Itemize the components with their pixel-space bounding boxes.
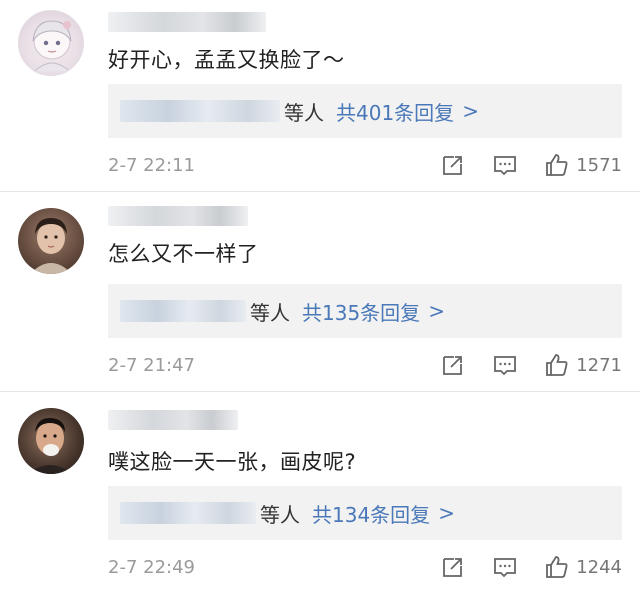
comment-timestamp: 2-7 22:11	[108, 154, 195, 176]
thumbs-up-icon[interactable]	[544, 352, 570, 378]
comment-timestamp: 2-7 21:47	[108, 354, 195, 376]
reply-summary[interactable]: 等人 共401条回复 >	[108, 84, 622, 138]
chevron-right-icon: >	[462, 99, 479, 123]
like-count: 1244	[576, 556, 622, 578]
comment-icon[interactable]	[492, 352, 518, 378]
comment-actions: 1271	[440, 352, 622, 378]
username-redacted[interactable]	[108, 12, 266, 32]
reply-users-redacted	[120, 100, 280, 122]
comment-footer: 2-7 22:49 1244	[108, 554, 622, 580]
username-redacted[interactable]	[108, 206, 248, 226]
comment-text: 噗这脸一天一张，画皮呢?	[108, 450, 357, 474]
thumbs-up-icon[interactable]	[544, 152, 570, 178]
username-redacted[interactable]	[108, 410, 238, 430]
like-count: 1571	[576, 154, 622, 176]
user-avatar[interactable]	[18, 408, 84, 474]
comment-icon[interactable]	[492, 554, 518, 580]
reply-summary[interactable]: 等人 共134条回复 >	[108, 486, 622, 540]
comment-footer: 2-7 22:11 1571	[108, 152, 622, 178]
thumbs-up-icon[interactable]	[544, 554, 570, 580]
reply-count-link[interactable]: 共135条回复	[302, 297, 420, 326]
chevron-right-icon: >	[438, 501, 455, 525]
comment-text: 怎么又不一样了	[108, 242, 259, 266]
user-avatar[interactable]	[18, 10, 84, 76]
comment-text: 好开心，孟孟又换脸了～	[108, 48, 345, 72]
comment-actions: 1244	[440, 554, 622, 580]
share-icon[interactable]	[440, 554, 466, 580]
comment-item: 怎么又不一样了 等人 共135条回复 > 2-7 21:47 1271	[0, 192, 640, 392]
comment-actions: 1571	[440, 152, 622, 178]
user-avatar[interactable]	[18, 208, 84, 274]
reply-users-redacted	[120, 300, 246, 322]
comment-icon[interactable]	[492, 152, 518, 178]
person-photo-avatar-icon	[28, 417, 72, 474]
reply-users-redacted	[120, 502, 256, 524]
reply-others-label: 等人	[250, 300, 290, 325]
comment-item: 好开心，孟孟又换脸了～ 等人 共401条回复 > 2-7 22:11 1571	[0, 0, 640, 192]
reply-count-link[interactable]: 共134条回复	[312, 499, 430, 528]
reply-others-label: 等人	[284, 100, 324, 125]
chevron-right-icon: >	[428, 299, 445, 323]
reply-count-link[interactable]: 共401条回复	[336, 97, 454, 126]
person-photo-avatar-icon	[30, 218, 72, 274]
like-count: 1271	[576, 354, 622, 376]
share-icon[interactable]	[440, 152, 466, 178]
anime-girl-avatar-icon	[32, 20, 72, 72]
comment-item: 噗这脸一天一张，画皮呢? 等人 共134条回复 > 2-7 22:49 1244	[0, 392, 640, 596]
comment-footer: 2-7 21:47 1271	[108, 352, 622, 378]
reply-summary[interactable]: 等人 共135条回复 >	[108, 284, 622, 338]
reply-others-label: 等人	[260, 502, 300, 527]
share-icon[interactable]	[440, 352, 466, 378]
comment-timestamp: 2-7 22:49	[108, 556, 195, 578]
